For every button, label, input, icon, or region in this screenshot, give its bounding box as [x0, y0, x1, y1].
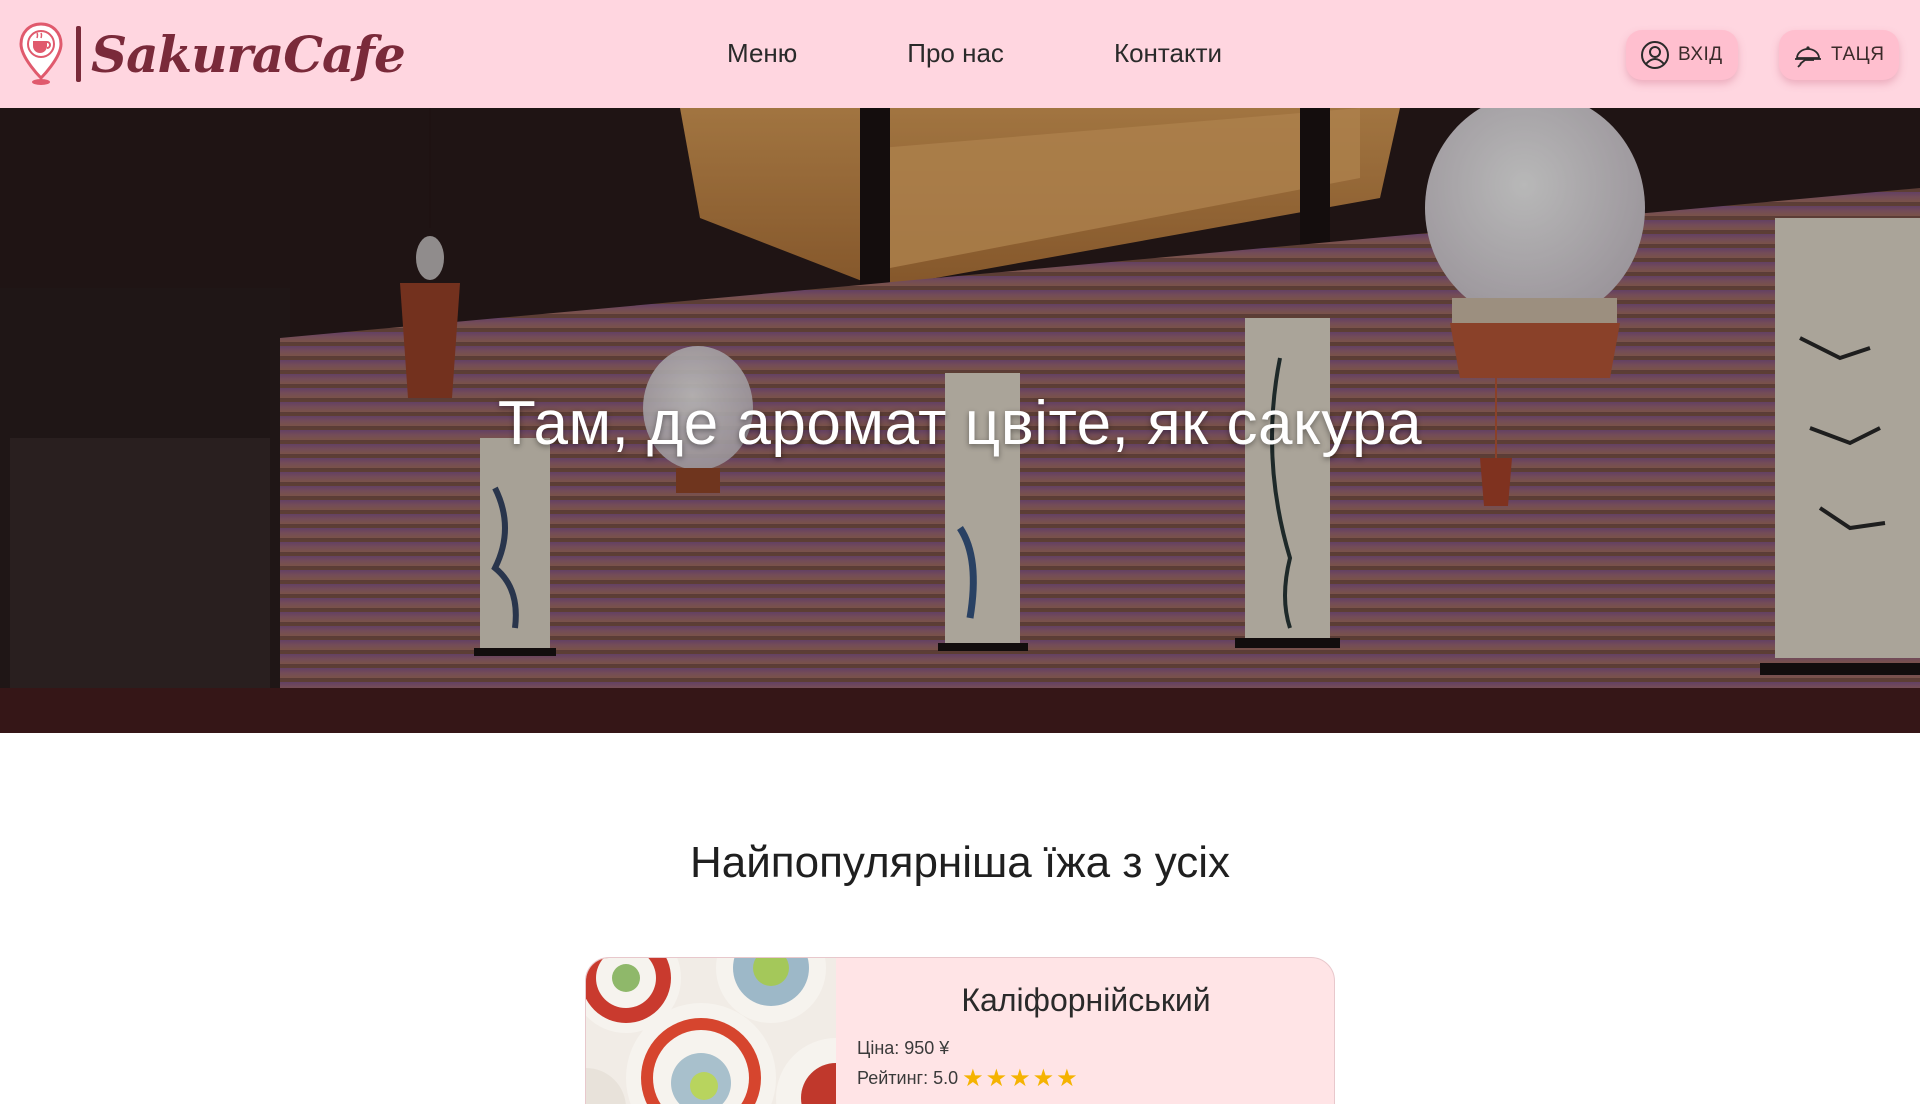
star-icon: ★ — [1032, 1064, 1055, 1092]
rating-stars: ★ ★ ★ ★ ★ — [962, 1064, 1080, 1092]
site-header: SakuraCafe Меню Про нас Контакти ВХІД ТА… — [0, 0, 1920, 108]
tray-button[interactable]: ТАЦЯ — [1779, 30, 1899, 80]
nav-contacts-link[interactable]: Контакти — [1114, 38, 1222, 69]
food-rating: Рейтинг: 5.0 ★ ★ ★ ★ ★ — [857, 1064, 1080, 1092]
nav-menu-link[interactable]: Меню — [727, 38, 797, 69]
california-roll-image — [586, 958, 836, 1104]
logo[interactable]: SakuraCafe — [18, 22, 406, 86]
star-icon: ★ — [985, 1064, 1008, 1092]
food-rating-label: Рейтинг: 5.0 — [857, 1068, 959, 1088]
hero-banner: Там, де аромат цвіте, як сакура — [0, 108, 1920, 733]
food-card[interactable]: Каліфорнійський Ціна: 950 ¥ Рейтинг: 5.0… — [585, 957, 1335, 1104]
login-button[interactable]: ВХІД — [1626, 30, 1738, 80]
star-icon: ★ — [962, 1064, 984, 1092]
login-label: ВХІД — [1678, 44, 1723, 65]
popular-section-title: Найпопулярніша їжа з усіх — [689, 838, 1231, 887]
food-price: Ціна: 950 ¥ — [857, 1038, 950, 1058]
cafe-pin-icon — [19, 22, 63, 85]
hero-title: Там, де аромат цвіте, як сакура — [497, 389, 1423, 458]
star-icon: ★ — [1056, 1064, 1078, 1092]
tray-label: ТАЦЯ — [1831, 44, 1885, 65]
main-nav: Меню Про нас Контакти — [727, 38, 1222, 69]
brand-name: SakuraCafe — [91, 24, 406, 84]
star-icon: ★ — [1009, 1064, 1031, 1092]
nav-about-link[interactable]: Про нас — [907, 38, 1004, 69]
food-name: Каліфорнійський — [961, 982, 1211, 1018]
user-icon — [1640, 40, 1670, 70]
serving-tray-icon — [1793, 40, 1823, 70]
logo-divider — [76, 26, 81, 82]
